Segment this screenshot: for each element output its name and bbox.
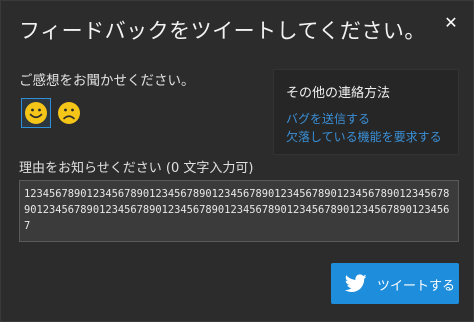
request-feature-link[interactable]: 欠落している機能を要求する xyxy=(286,128,442,145)
reason-textarea[interactable]: 1234567890123456789012345678901234567890… xyxy=(19,180,459,242)
twitter-bird-icon xyxy=(345,274,367,293)
tweet-button[interactable]: ツイートする xyxy=(331,263,459,304)
reason-label: 理由をお知らせください (0 文字入力可) xyxy=(19,161,254,176)
smile-icon xyxy=(25,102,47,124)
other-contact-title: その他の連絡方法 xyxy=(286,86,391,101)
tweet-button-label: ツイートする xyxy=(377,279,456,294)
frown-face-button[interactable] xyxy=(54,98,84,128)
dialog-title: フィードバックをツイートしてください。 xyxy=(19,19,426,43)
frown-icon xyxy=(58,102,80,124)
feedback-dialog: フィードバックをツイートしてください。 ✕ ご感想をお聞かせください。 その他の… xyxy=(0,0,474,322)
other-contact-panel: その他の連絡方法 バグを送信する 欠落している機能を要求する xyxy=(273,69,459,155)
close-icon[interactable]: ✕ xyxy=(443,15,459,31)
smile-face-button[interactable] xyxy=(21,98,51,128)
submit-bug-link[interactable]: バグを送信する xyxy=(286,110,370,127)
feeling-label: ご感想をお聞かせください。 xyxy=(19,73,195,89)
